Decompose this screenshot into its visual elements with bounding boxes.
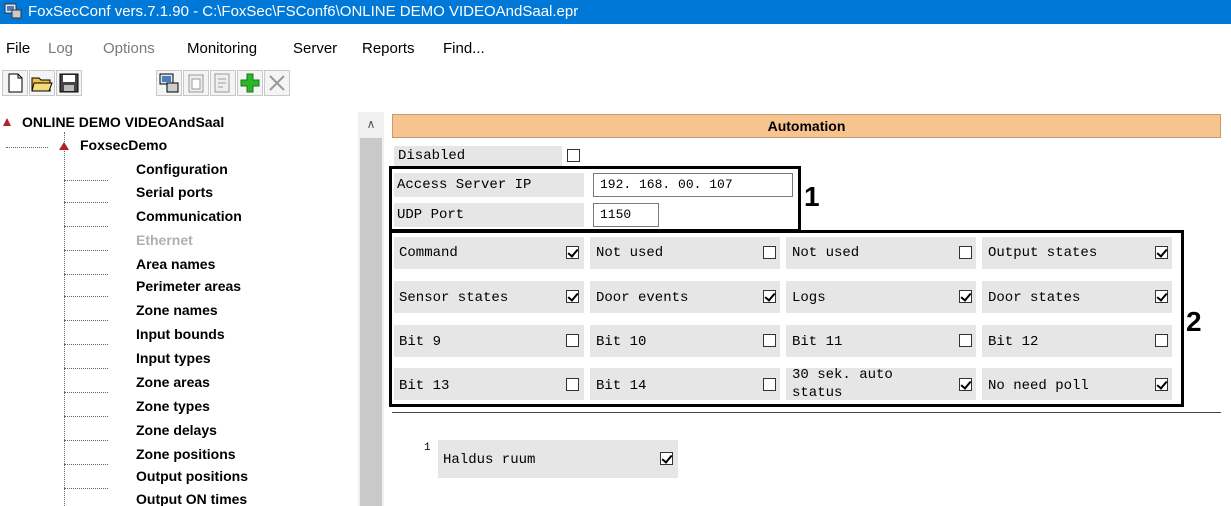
tree-connector bbox=[6, 147, 48, 148]
annotation-box-2 bbox=[389, 230, 1184, 407]
device-node-icon bbox=[59, 142, 69, 150]
tree-connector bbox=[64, 344, 108, 345]
title-bar: FoxSecConf vers.7.1.90 - C:\FoxSec\FSCon… bbox=[0, 0, 1231, 24]
tree-item-zone-types[interactable]: Zone types bbox=[136, 398, 210, 414]
tree-connector bbox=[64, 440, 108, 441]
disabled-checkbox[interactable] bbox=[567, 149, 580, 162]
menu-reports[interactable]: Reports bbox=[362, 40, 415, 57]
tree-item-zone-delays[interactable]: Zone delays bbox=[136, 422, 217, 438]
tree-item-ethernet[interactable]: Ethernet bbox=[136, 232, 193, 248]
area-label: Haldus ruum bbox=[443, 452, 536, 468]
annotation-2: 2 bbox=[1186, 306, 1202, 337]
menu-log[interactable]: Log bbox=[48, 40, 73, 57]
tree-item-input-bounds[interactable]: Input bounds bbox=[136, 326, 225, 342]
disabled-label: Disabled bbox=[398, 148, 466, 164]
tree-connector bbox=[64, 464, 108, 465]
tree-connector bbox=[64, 488, 108, 489]
tree-connector bbox=[64, 392, 108, 393]
scroll-up-arrow-icon[interactable]: ∧ bbox=[358, 112, 384, 136]
tree-item-zone-names[interactable]: Zone names bbox=[136, 302, 218, 318]
tree-connector bbox=[64, 250, 108, 251]
tree-connector bbox=[64, 202, 108, 203]
tree-item-input-types[interactable]: Input types bbox=[136, 350, 211, 366]
panel-header: Automation bbox=[392, 114, 1221, 138]
annotation-1: 1 bbox=[804, 181, 820, 212]
open-folder-icon[interactable] bbox=[29, 70, 55, 96]
tree-item-configuration[interactable]: Configuration bbox=[136, 161, 228, 177]
tree-item-output-positions[interactable]: Output positions bbox=[136, 468, 248, 484]
tree-connector bbox=[64, 296, 108, 297]
tree-connector bbox=[64, 274, 108, 275]
tree-connector bbox=[64, 416, 108, 417]
tree-item-area-names[interactable]: Area names bbox=[136, 256, 215, 272]
tree-device[interactable]: FoxsecDemo bbox=[80, 137, 167, 153]
app-icon bbox=[4, 3, 22, 19]
tree-item-serial-ports[interactable]: Serial ports bbox=[136, 184, 213, 200]
tree-connector bbox=[64, 320, 108, 321]
tree-item-zone-areas[interactable]: Zone areas bbox=[136, 374, 210, 390]
add-icon[interactable] bbox=[237, 70, 263, 96]
tree-item-perimeter-areas[interactable]: Perimeter areas bbox=[136, 278, 241, 294]
menu-file[interactable]: File bbox=[6, 40, 30, 57]
tree-connector bbox=[64, 226, 108, 227]
menu-server[interactable]: Server bbox=[293, 40, 337, 57]
toolbar bbox=[0, 70, 1231, 100]
menu-options[interactable]: Options bbox=[103, 40, 155, 57]
paste-icon[interactable] bbox=[183, 70, 209, 96]
root-node-icon bbox=[3, 118, 11, 126]
new-file-icon[interactable] bbox=[2, 70, 28, 96]
tree-connector bbox=[64, 368, 108, 369]
area-index: 1 bbox=[424, 442, 431, 454]
tree-item-output-on-times[interactable]: Output ON times bbox=[136, 491, 247, 506]
tree-item-zone-positions[interactable]: Zone positions bbox=[136, 446, 236, 462]
menu-monitoring[interactable]: Monitoring bbox=[187, 40, 257, 57]
menu-bar: File Log Options Monitoring Server Repor… bbox=[0, 38, 1231, 62]
tree-guide-line bbox=[64, 132, 65, 506]
tree-root[interactable]: ONLINE DEMO VIDEOAndSaal bbox=[22, 114, 224, 130]
properties-icon[interactable] bbox=[210, 70, 236, 96]
area-checkbox[interactable] bbox=[660, 452, 673, 465]
tree-item-communication[interactable]: Communication bbox=[136, 208, 242, 224]
section-divider bbox=[392, 412, 1221, 413]
tree-connector bbox=[64, 180, 108, 181]
scroll-thumb[interactable] bbox=[360, 138, 382, 506]
menu-find[interactable]: Find... bbox=[443, 40, 485, 57]
annotation-box-1 bbox=[389, 166, 801, 232]
save-icon[interactable] bbox=[56, 70, 82, 96]
window-title: FoxSecConf vers.7.1.90 - C:\FoxSec\FSCon… bbox=[28, 3, 579, 20]
computer-icon[interactable] bbox=[156, 70, 182, 96]
config-tree[interactable]: ONLINE DEMO VIDEOAndSaal FoxsecDemo Conf… bbox=[0, 112, 358, 506]
delete-icon[interactable] bbox=[264, 70, 290, 96]
